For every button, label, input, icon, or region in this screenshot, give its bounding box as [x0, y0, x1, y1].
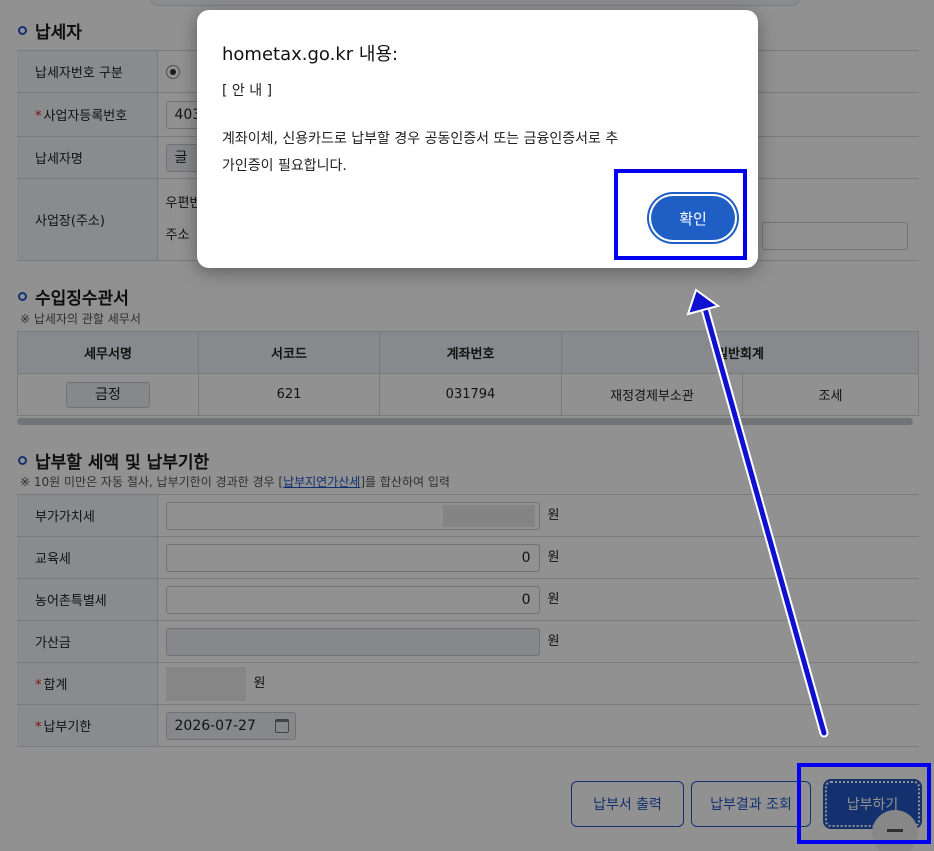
ok-button-highlight	[614, 169, 747, 260]
dialog-heading: [ 안 내 ]	[222, 83, 273, 99]
pay-button-highlight	[797, 763, 931, 844]
dialog-title: hometax.go.kr 내용:	[222, 44, 399, 65]
